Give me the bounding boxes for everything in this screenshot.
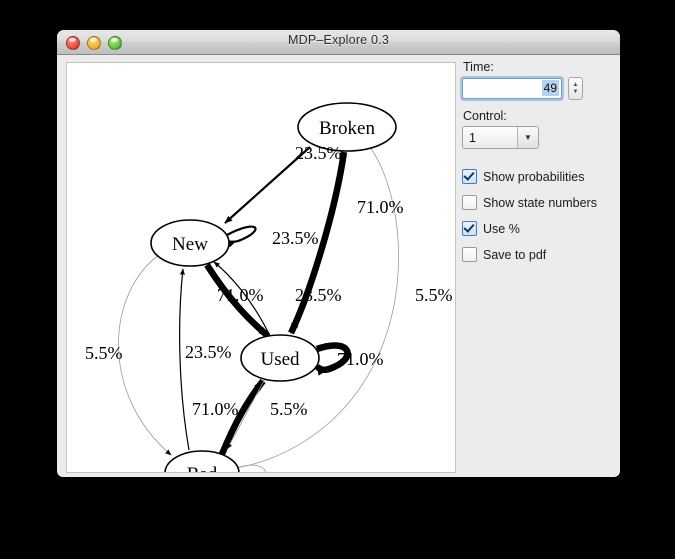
edge-labels: 23.5% 71.0% 23.5% 71.0% 23.5% 5.5% 5.5% … — [85, 143, 453, 472]
checkbox-show-probabilities[interactable]: Show probabilities — [462, 169, 612, 184]
node-label-used: Used — [260, 349, 300, 370]
state-transition-graph: Broken New Used Bad 23.5% 71.0% 23. — [85, 102, 453, 472]
edge-label: 23.5% — [295, 143, 342, 163]
edge-label: 23.5% — [185, 342, 232, 362]
checkbox-save-to-pdf[interactable]: Save to pdf — [462, 247, 612, 262]
stepper-down-icon[interactable]: ▼ — [573, 89, 579, 96]
node-label-broken: Broken — [319, 118, 375, 139]
edges-weak — [118, 146, 399, 472]
time-stepper[interactable]: ▲ ▼ — [568, 77, 583, 100]
time-input[interactable]: 49 — [462, 78, 562, 99]
node-new[interactable]: New — [150, 219, 230, 267]
controls-panel: Time: 49 ▲ ▼ Control: 1 ▼ Show probabili… — [462, 60, 612, 262]
control-dropdown[interactable]: 1 ▼ — [462, 126, 539, 149]
chevron-down-icon[interactable]: ▼ — [517, 127, 538, 148]
control-label: Control: — [463, 109, 507, 123]
checkbox-show-state-numbers-label: Show state numbers — [483, 195, 597, 210]
graph-canvas[interactable]: Broken New Used Bad 23.5% 71.0% 23. — [66, 62, 456, 473]
app-window: MDP–Explore 0.3 Broken New Used 23.5% 71… — [57, 30, 620, 477]
node-used[interactable]: Used — [240, 334, 320, 382]
time-spinner-row: 49 ▲ ▼ — [462, 77, 612, 100]
checkbox-show-probabilities-label: Show probabilities — [483, 169, 585, 184]
edge-label: 71.0% — [337, 349, 384, 369]
checkbox-show-state-numbers[interactable]: Show state numbers — [462, 195, 612, 210]
checkbox-save-to-pdf-box[interactable] — [462, 247, 477, 262]
edge-new-self — [226, 225, 257, 248]
edge-bad-self — [238, 464, 266, 472]
edge-label: 5.5% — [415, 285, 453, 305]
checkbox-show-state-numbers-box[interactable] — [462, 195, 477, 210]
edge-label: 23.5% — [295, 285, 342, 305]
checkbox-use-percent[interactable]: Use % — [462, 221, 612, 236]
window-title: MDP–Explore 0.3 — [288, 33, 389, 47]
control-dropdown-value: 1 — [469, 130, 476, 145]
edge-label: 71.0% — [217, 285, 264, 305]
edge-label: 71.0% — [357, 197, 404, 217]
time-label: Time: — [463, 60, 494, 74]
stepper-up-icon[interactable]: ▲ — [573, 82, 579, 89]
checkbox-use-percent-label: Use % — [483, 221, 520, 236]
node-label-bad: Bad — [187, 464, 218, 472]
edge-label: 23.5% — [272, 228, 319, 248]
edge-new-bad — [118, 254, 172, 456]
edge-label: 5.5% — [270, 399, 308, 419]
checkbox-show-probabilities-box[interactable] — [462, 169, 477, 184]
edge-label: 71.0% — [192, 399, 239, 419]
node-bad[interactable]: Bad — [164, 450, 240, 472]
title-bar[interactable]: MDP–Explore 0.3 — [57, 30, 620, 55]
edge-label: 5.5% — [263, 469, 301, 472]
time-input-value: 49 — [541, 80, 559, 96]
edge-broken-bad — [226, 146, 399, 471]
node-label-new: New — [172, 234, 208, 255]
edge-label: 5.5% — [85, 343, 123, 363]
checkbox-save-to-pdf-label: Save to pdf — [483, 247, 547, 262]
checkbox-use-percent-box[interactable] — [462, 221, 477, 236]
